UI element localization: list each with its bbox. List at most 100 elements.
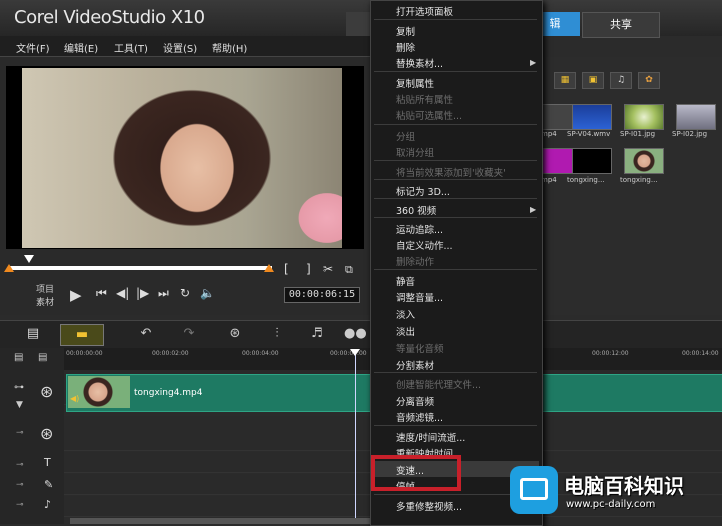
menu-item-paste-all[interactable]: 粘贴所有属性 [396, 92, 453, 106]
menu-item-split-clip[interactable]: 分割素材 [396, 358, 434, 372]
music-track-icon[interactable]: ♪ [44, 498, 51, 511]
menu-separator [374, 19, 537, 20]
trim-start-marker[interactable] [4, 264, 14, 272]
overlay-track-icon[interactable]: ⊛ [40, 424, 53, 443]
enlarge-icon[interactable]: ⧉ [345, 263, 353, 277]
menu-item-audio-filter[interactable]: 音频滤镜... [396, 410, 443, 424]
menu-item-replace-clip[interactable]: 替换素材... [396, 56, 443, 70]
scrub-bar[interactable] [8, 266, 272, 270]
menu-item-adjust-volume[interactable]: 调整音量... [396, 290, 443, 304]
sort-icon[interactable]: ✿ [638, 72, 660, 89]
tab-capture[interactable] [346, 12, 370, 36]
storyboard-view-icon[interactable]: ▤ [22, 326, 44, 342]
timecode-display[interactable]: 00:00:06:15 [284, 287, 360, 303]
menu-item-paste-selected[interactable]: 粘贴可选属性... [396, 108, 462, 122]
timeline-view-icon[interactable]: ▬ [60, 324, 104, 346]
library-thumb-label: tongxing... [567, 176, 605, 184]
menu-item-360-video[interactable]: 360 视频 [396, 203, 436, 217]
menu-item-multi-trim[interactable]: 多重修整视频... [396, 499, 462, 513]
auto-music-icon[interactable]: ♬ [306, 326, 328, 342]
sound-mixer-icon[interactable]: ⫶ [266, 326, 288, 342]
library-thumb[interactable] [624, 104, 664, 130]
title-track-icon[interactable]: T [44, 456, 51, 469]
undo-icon[interactable]: ↶ [135, 326, 157, 342]
menu-separator [374, 198, 537, 199]
redo-icon[interactable]: ↷ [178, 326, 200, 342]
track-manager-icon[interactable]: ▤ [14, 352, 23, 363]
scissors-icon[interactable]: ✂ [323, 262, 333, 276]
menu-item-add-to-favorites[interactable]: 将当前效果添加到'收藏夹' [396, 165, 506, 179]
go-start-icon[interactable]: ⏮ [96, 286, 107, 301]
next-frame-icon[interactable]: |▶ [136, 286, 149, 300]
menu-item-fade-out[interactable]: 淡出 [396, 324, 415, 338]
playhead-handle[interactable] [350, 349, 360, 356]
menu-separator [374, 425, 537, 426]
repeat-icon[interactable]: ↻ [180, 286, 190, 300]
ripple-edit-icon[interactable]: ⊶ [14, 382, 24, 393]
menu-item-motion-tracking[interactable]: 运动追踪... [396, 222, 443, 236]
mark-out-icon[interactable]: ] [306, 262, 311, 276]
track-lock-icon[interactable]: ⊸ [16, 500, 24, 510]
record-icon[interactable]: ⊛ [224, 326, 246, 342]
library-thumb[interactable] [572, 148, 612, 174]
menu-item-copy-attributes[interactable]: 复制属性 [396, 76, 434, 90]
scrubber-handle[interactable] [24, 255, 34, 263]
menu-item-delete[interactable]: 删除 [396, 40, 415, 54]
menu-item-mute[interactable]: 静音 [396, 274, 415, 288]
library-thumb[interactable] [624, 148, 664, 174]
menu-item-fade-in[interactable]: 淡入 [396, 307, 415, 321]
library-thumb[interactable] [676, 104, 716, 130]
video-filter-icon[interactable]: ▦ [554, 72, 576, 89]
ruler-tick: 00:00:02:00 [152, 350, 189, 357]
motion-track-icon[interactable]: ●● [344, 326, 367, 342]
menu-item-normalize-audio[interactable]: 等量化音频 [396, 341, 444, 355]
play-icon[interactable]: ▶ [70, 286, 82, 304]
ruler-tick: 00:00:04:00 [242, 350, 279, 357]
mark-in-icon[interactable]: [ [284, 262, 289, 276]
menu-item-remove-motion[interactable]: 删除动作 [396, 254, 434, 268]
menu-file[interactable]: 文件(F) [16, 40, 50, 55]
ruler-tick: 00:00:06:00 [330, 350, 367, 357]
mode-clip[interactable]: 素材 [36, 295, 54, 308]
submenu-arrow-icon: ▶ [530, 205, 537, 214]
timeline-scrollbar[interactable] [70, 518, 370, 524]
track-lock-icon[interactable]: ⊸ [16, 460, 24, 470]
library-thumb-label: mp4 [541, 176, 557, 184]
track-expand-icon[interactable]: ▼ [16, 400, 23, 410]
trim-end-marker[interactable] [264, 264, 274, 272]
audio-filter-icon[interactable]: ♫ [610, 72, 632, 89]
menu-item-split-audio[interactable]: 分离音频 [396, 394, 434, 408]
menu-item-ungroup[interactable]: 取消分组 [396, 145, 434, 159]
annotation-highlight-box [371, 455, 461, 491]
menu-settings[interactable]: 设置(S) [163, 40, 197, 55]
photo-filter-icon[interactable]: ▣ [582, 72, 604, 89]
menu-item-mark-3d[interactable]: 标记为 3D... [396, 184, 450, 198]
track-lock-icon[interactable]: ⊸ [16, 480, 24, 490]
menu-item-copy[interactable]: 复制 [396, 24, 415, 38]
chapter-icon[interactable]: ▤ [38, 352, 47, 363]
menu-help[interactable]: 帮助(H) [212, 40, 247, 55]
track-headers [0, 348, 64, 524]
library-thumb[interactable] [572, 104, 612, 130]
menu-item-options-panel[interactable]: 打开选项面板 [396, 4, 453, 18]
tab-share[interactable]: 共享 [582, 12, 660, 38]
menu-item-speed-time-lapse[interactable]: 速度/时间流逝... [396, 430, 465, 444]
menu-edit[interactable]: 编辑(E) [64, 40, 98, 55]
monitor-icon [520, 478, 548, 500]
menu-item-customize-motion[interactable]: 自定义动作... [396, 238, 453, 252]
video-track-icon[interactable]: ⊛ [40, 382, 53, 401]
go-end-icon[interactable]: ⏭ [158, 286, 169, 301]
prev-frame-icon[interactable]: ◀| [116, 286, 129, 300]
playhead[interactable] [355, 352, 356, 524]
volume-icon[interactable]: 🔈 [200, 286, 215, 300]
app-title: Corel VideoStudio X10 [14, 7, 205, 28]
voice-track-icon[interactable]: ✎ [44, 478, 53, 491]
library-panel [540, 57, 722, 315]
menu-separator [374, 124, 537, 125]
mode-project[interactable]: 项目 [36, 282, 54, 295]
track-lock-icon[interactable]: ⊸ [16, 428, 24, 438]
menu-item-group[interactable]: 分组 [396, 129, 415, 143]
library-thumb-label: SP-V04.wmv [567, 130, 611, 138]
menu-tools[interactable]: 工具(T) [114, 40, 148, 55]
menu-item-create-proxy[interactable]: 创建智能代理文件... [396, 377, 481, 391]
